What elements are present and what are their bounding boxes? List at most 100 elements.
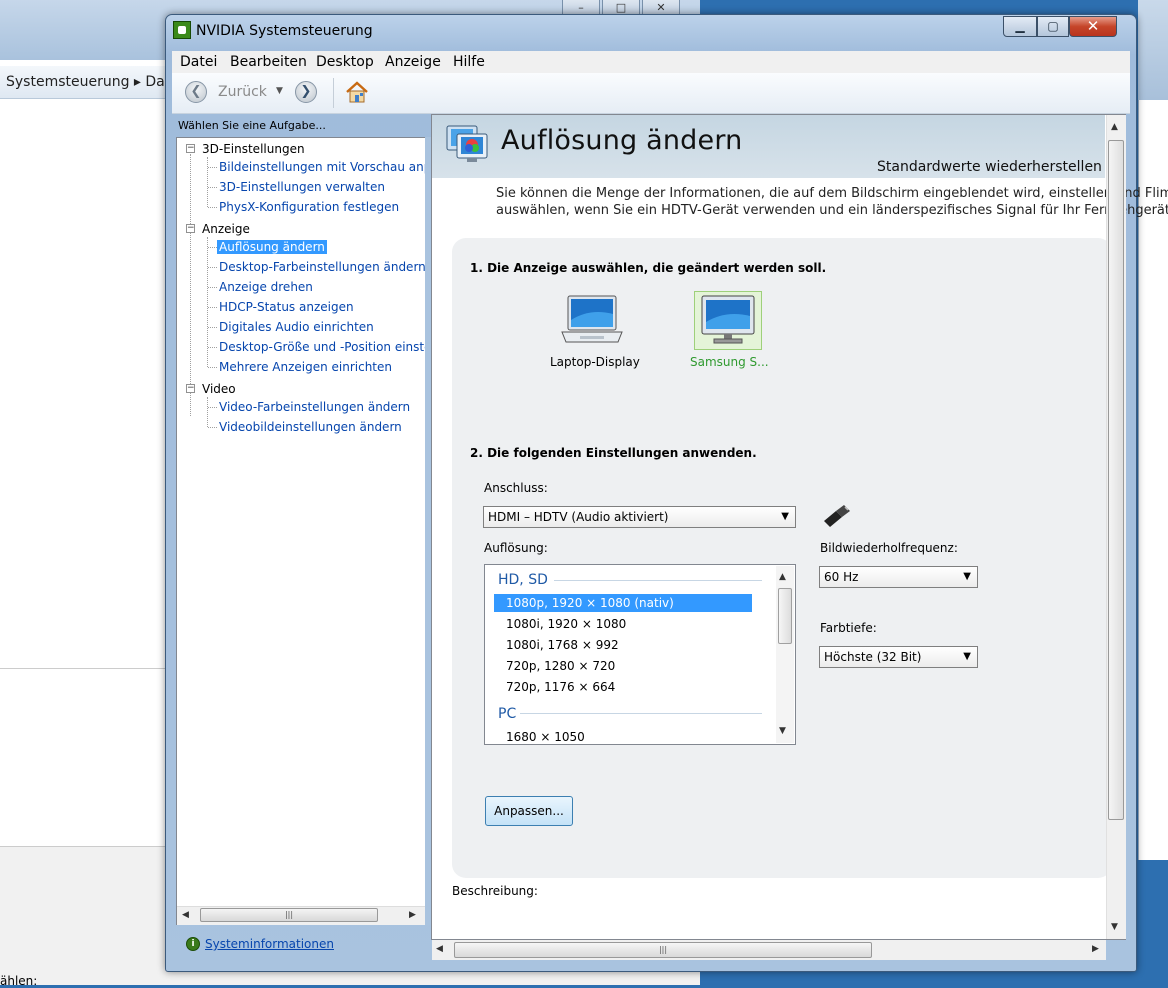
refresh-rate-label: Bildwiederholfrequenz: (820, 541, 958, 555)
laptop-icon[interactable] (560, 294, 624, 346)
tree-collapse-icon[interactable]: − (186, 224, 195, 233)
right-background-frame (1138, 0, 1168, 100)
system-info-icon[interactable]: i (186, 937, 200, 951)
tree-connector (208, 327, 217, 328)
connection-value: HDMI – HDTV (Audio aktiviert) (488, 510, 669, 524)
resolution-label: Auflösung: (484, 541, 548, 555)
scroll-up-icon[interactable]: ▲ (1111, 122, 1118, 132)
tree-connector (208, 287, 217, 288)
tree-connector (208, 427, 217, 428)
resolution-item[interactable]: 1080i, 1920 × 1080 (506, 617, 626, 631)
menu-desktop[interactable]: Desktop (316, 54, 374, 70)
refresh-rate-value: 60 Hz (824, 570, 859, 584)
tree-item-aufloesung[interactable]: Auflösung ändern (217, 240, 327, 254)
resolution-item[interactable]: 1680 × 1050 (506, 730, 585, 744)
tree-scroll-thumb[interactable]: ||| (200, 908, 378, 922)
settings-panel (452, 238, 1112, 878)
tree-connector (208, 207, 217, 208)
color-depth-label: Farbtiefe: (820, 621, 877, 635)
group-divider (554, 580, 762, 581)
tree-item-mehrere-anzeigen[interactable]: Mehrere Anzeigen einrichten (219, 360, 392, 374)
menu-hilfe[interactable]: Hilfe (453, 54, 485, 70)
menu-bearbeiten[interactable]: Bearbeiten (230, 54, 307, 70)
tree-connector (208, 167, 217, 168)
menu-datei[interactable]: Datei (180, 54, 217, 70)
intro-text-line2: auswählen, wenn Sie ein HDTV-Gerät verwe… (496, 203, 1168, 218)
resolution-group-hd: HD, SD (498, 572, 548, 588)
minimize-button[interactable]: ▁ (1003, 16, 1037, 37)
scroll-right-icon[interactable]: ▶ (409, 910, 416, 920)
forward-arrow-icon[interactable]: ❯ (295, 81, 317, 103)
tree-item-audio[interactable]: Digitales Audio einrichten (219, 320, 374, 334)
color-depth-dropdown[interactable]: Höchste (32 Bit) ▼ (819, 646, 978, 668)
tree-item-desktop-farbe[interactable]: Desktop-Farbeinstellungen ändern (219, 260, 426, 274)
scroll-down-icon[interactable]: ▼ (779, 726, 786, 736)
back-button-label[interactable]: Zurück (218, 84, 267, 100)
tree-connector (208, 187, 217, 188)
system-info-link[interactable]: Systeminformationen (205, 937, 334, 951)
task-label: Wählen Sie eine Aufgabe... (178, 119, 326, 132)
hdmi-connector-icon (824, 505, 850, 527)
window-title: NVIDIA Systemsteuerung (196, 23, 373, 39)
resolution-item[interactable]: 720p, 1176 × 664 (506, 680, 615, 694)
tree-collapse-icon[interactable]: − (186, 144, 195, 153)
group-divider (520, 713, 762, 714)
scroll-down-icon[interactable]: ▼ (1111, 922, 1118, 932)
tree-connector (208, 347, 217, 348)
home-icon[interactable] (345, 80, 369, 104)
restore-defaults-link[interactable]: Standardwerte wiederherstellen (877, 159, 1102, 175)
tree-category-anzeige[interactable]: Anzeige (202, 222, 250, 236)
tree-item-3d-verwalten[interactable]: 3D-Einstellungen verwalten (219, 180, 385, 194)
back-history-dropdown-icon[interactable]: ▼ (276, 86, 283, 96)
tree-connector (208, 307, 217, 308)
tree-item-desktop-groesse[interactable]: Desktop-Größe und -Position einstellen (219, 340, 453, 354)
chevron-down-icon: ▼ (963, 571, 971, 582)
right-background-window (1138, 0, 1168, 860)
tree-connector (207, 157, 208, 207)
step1-heading: 1. Die Anzeige auswählen, die geändert w… (470, 261, 827, 275)
resolution-scroll-thumb[interactable] (778, 588, 792, 644)
description-label: Beschreibung: (452, 884, 538, 898)
tree-item-video-farbe[interactable]: Video-Farbeinstellungen ändern (219, 400, 410, 414)
resolution-group-pc: PC (498, 706, 517, 722)
refresh-rate-dropdown[interactable]: 60 Hz ▼ (819, 566, 978, 588)
monitor-icon[interactable] (700, 294, 756, 346)
content-hscroll-thumb[interactable]: ||| (454, 942, 872, 958)
background-breadcrumb[interactable]: Systemsteuerung ▸ Da (6, 74, 165, 90)
close-button[interactable]: ✕ (1069, 16, 1117, 37)
display-label-samsung[interactable]: Samsung S... (690, 355, 769, 369)
scroll-up-icon[interactable]: ▲ (779, 572, 786, 582)
chevron-down-icon: ▼ (963, 651, 971, 662)
tree-connector (208, 367, 217, 368)
scroll-right-icon[interactable]: ▶ (1092, 944, 1099, 954)
color-depth-value: Höchste (32 Bit) (824, 650, 922, 664)
tree-item-physx[interactable]: PhysX-Konfiguration festlegen (219, 200, 399, 214)
tree-collapse-icon[interactable]: − (186, 384, 195, 393)
display-settings-icon (446, 125, 488, 162)
tree-item-videobild[interactable]: Videobildeinstellungen ändern (219, 420, 402, 434)
content-scroll-thumb[interactable] (1108, 140, 1124, 820)
tree-category-3d[interactable]: 3D-Einstellungen (202, 142, 305, 156)
tree-connector (208, 267, 217, 268)
menu-anzeige[interactable]: Anzeige (385, 54, 441, 70)
scroll-left-icon[interactable]: ◀ (436, 944, 443, 954)
toolbar-separator (333, 78, 334, 108)
connection-dropdown[interactable]: HDMI – HDTV (Audio aktiviert) ▼ (483, 506, 796, 528)
resolution-item[interactable]: 1080i, 1768 × 992 (506, 638, 619, 652)
resolution-listbox[interactable] (484, 564, 796, 745)
tree-category-video[interactable]: Video (202, 382, 236, 396)
chevron-down-icon: ▼ (781, 511, 789, 522)
maximize-button[interactable]: ▢ (1037, 16, 1069, 37)
intro-text-line1: Sie können die Menge der Informationen, … (496, 186, 1168, 201)
adjust-button[interactable]: Anpassen... (485, 796, 573, 826)
tree-connector (208, 247, 217, 248)
background-bottom-label: ählen: (0, 974, 38, 988)
back-arrow-icon[interactable]: ❮ (185, 81, 207, 103)
task-tree (176, 137, 426, 925)
tree-item-anzeige-drehen[interactable]: Anzeige drehen (219, 280, 313, 294)
scroll-left-icon[interactable]: ◀ (182, 910, 189, 920)
display-label-laptop[interactable]: Laptop-Display (550, 355, 640, 369)
resolution-item[interactable]: 720p, 1280 × 720 (506, 659, 615, 673)
resolution-item[interactable]: 1080p, 1920 × 1080 (nativ) (506, 596, 674, 610)
tree-item-hdcp[interactable]: HDCP-Status anzeigen (219, 300, 354, 314)
